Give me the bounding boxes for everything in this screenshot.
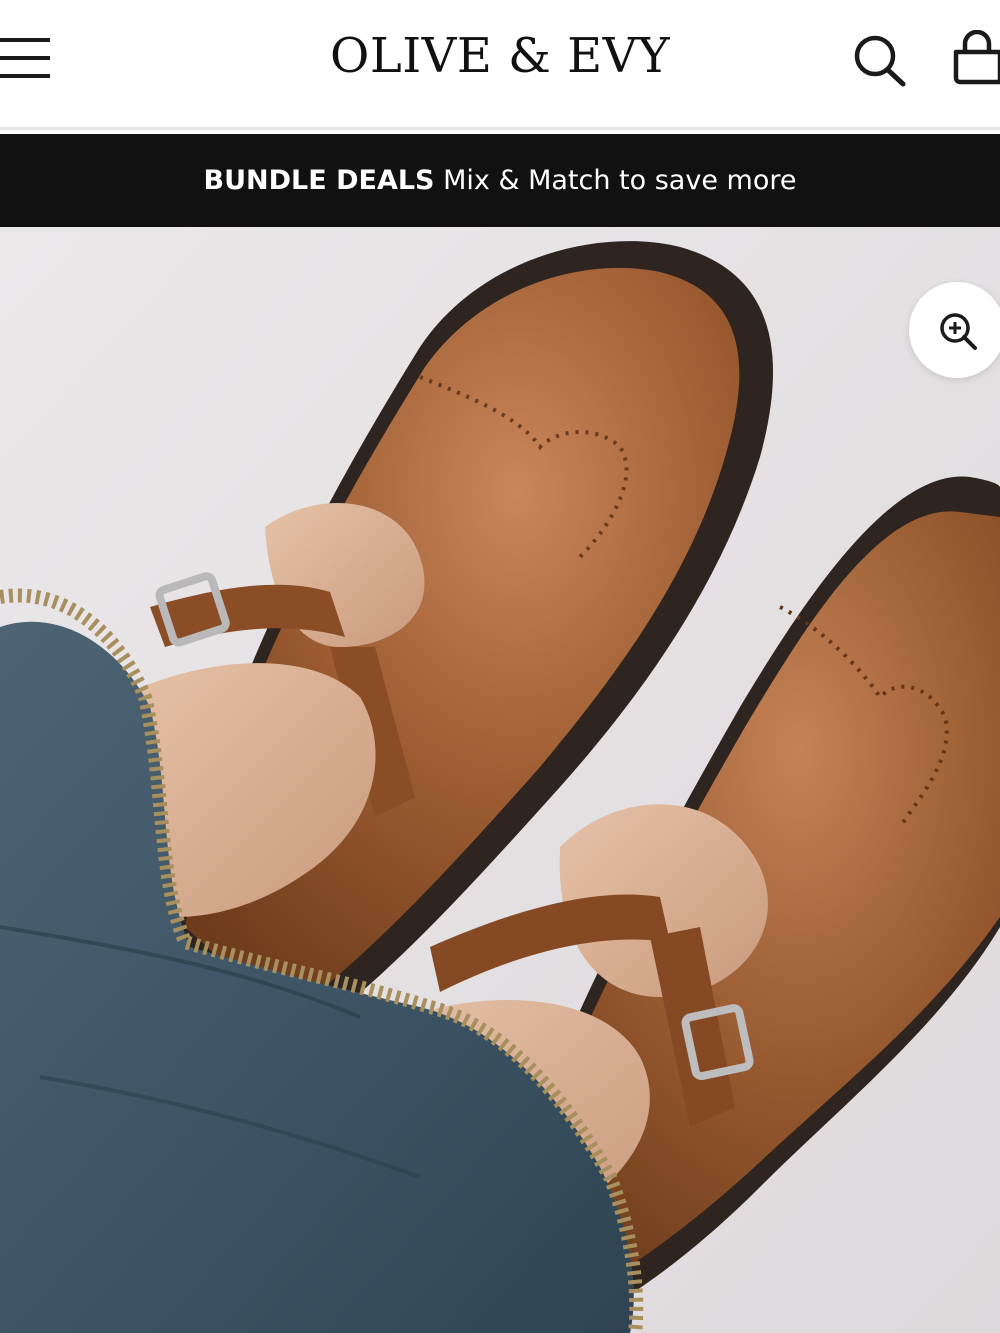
zoom-in-icon <box>940 313 977 350</box>
search-icon <box>854 35 906 87</box>
announcement-bar[interactable]: BUNDLE DEALS Mix & Match to save more <box>0 134 1000 227</box>
announcement-text: Mix & Match to save more <box>434 165 797 196</box>
announcement-highlight: BUNDLE DEALS <box>203 165 435 196</box>
search-button[interactable] <box>850 30 910 90</box>
zoom-button[interactable] <box>909 282 1000 378</box>
product-image[interactable] <box>0 227 1000 1333</box>
shopping-bag-icon <box>953 29 1000 85</box>
site-header: OLIVE & EVY <box>0 0 1000 130</box>
product-photo <box>0 227 1000 1333</box>
cart-button[interactable] <box>950 29 1000 90</box>
